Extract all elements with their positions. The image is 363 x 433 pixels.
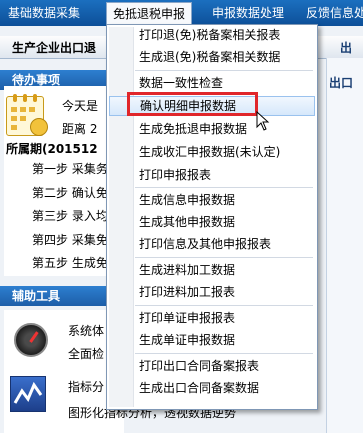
- menu-basic-data-collection[interactable]: 基础数据采集: [2, 3, 86, 23]
- menu-item-generate-processing-data[interactable]: 生成进料加工数据: [109, 260, 315, 280]
- period-label: 所属期(201512: [6, 142, 98, 156]
- menu-feedback-info[interactable]: 反馈信息处: [300, 3, 363, 23]
- menu-item-generate-other-data[interactable]: 生成其他申报数据: [109, 212, 315, 232]
- menu-item-print-info-other-reports[interactable]: 打印信息及其他申报报表: [109, 234, 315, 254]
- menu-item-generate-receipt-data[interactable]: 生成收汇申报数据(未认定): [109, 142, 315, 162]
- system-check-title[interactable]: 系统体: [68, 322, 104, 339]
- step-2[interactable]: 第二步 确认免: [32, 184, 108, 201]
- menu-item-generate-document-data[interactable]: 生成单证申报数据: [109, 330, 315, 350]
- menu-separator: [135, 257, 313, 258]
- gauge-icon[interactable]: [14, 323, 48, 357]
- menu-item-data-consistency-check[interactable]: 数据一致性检查: [109, 73, 315, 93]
- today-label: 今天是: [62, 99, 99, 113]
- menu-item-generate-filing-data[interactable]: 生成退(免)税备案相关数据: [109, 47, 315, 67]
- menu-item-print-processing-reports[interactable]: 打印进料加工报表: [109, 282, 315, 302]
- step-3[interactable]: 第三步 录入均: [32, 207, 108, 224]
- indicator-analysis-title[interactable]: 指标分: [68, 378, 104, 395]
- menu-item-print-declaration-reports[interactable]: 打印申报报表: [109, 165, 315, 185]
- menu-separator: [135, 305, 313, 306]
- right-panel-title: 出口: [329, 76, 354, 90]
- menu-item-generate-info-data[interactable]: 生成信息申报数据: [109, 190, 315, 210]
- tools-panel-header: 辅助工具: [0, 286, 120, 306]
- clock-icon: [30, 118, 48, 136]
- menu-item-print-document-reports[interactable]: 打印单证申报报表: [109, 308, 315, 328]
- chart-analysis-icon[interactable]: [10, 376, 46, 412]
- menu-separator: [135, 70, 313, 71]
- step-5[interactable]: 第五步 生成免: [32, 254, 108, 271]
- menu-item-generate-refund-data[interactable]: 生成免抵退申报数据: [109, 119, 315, 139]
- menu-item-print-contract-reports[interactable]: 打印出口合同备案报表: [109, 356, 315, 376]
- menu-item-print-filing-reports[interactable]: 打印退(免)税备案相关报表: [109, 25, 315, 45]
- step-4[interactable]: 第四步 采集免: [32, 231, 108, 248]
- top-menubar: 基础数据采集 免抵退税申报 申报数据处理 反馈信息处: [0, 0, 363, 27]
- system-check-desc: 全面检: [68, 347, 105, 361]
- menu-separator: [135, 353, 313, 354]
- mouse-cursor-icon: [256, 111, 270, 131]
- menu-separator: [135, 187, 313, 188]
- right-panel: 出口: [326, 58, 363, 433]
- step-1[interactable]: 第一步 采集务: [32, 160, 108, 177]
- menu-item-generate-contract-data[interactable]: 生成出口合同备案数据: [109, 378, 315, 398]
- distance-label: 距离 2: [62, 122, 98, 136]
- red-highlight-box: [127, 92, 258, 116]
- window-title: 生产企业出口退: [12, 41, 97, 55]
- menu-declaration-data-processing[interactable]: 申报数据处理: [206, 3, 290, 23]
- tax-refund-dropdown-menu: 打印退(免)税备案相关报表 生成退(免)税备案相关数据 数据一致性检查 确认明细…: [106, 24, 318, 410]
